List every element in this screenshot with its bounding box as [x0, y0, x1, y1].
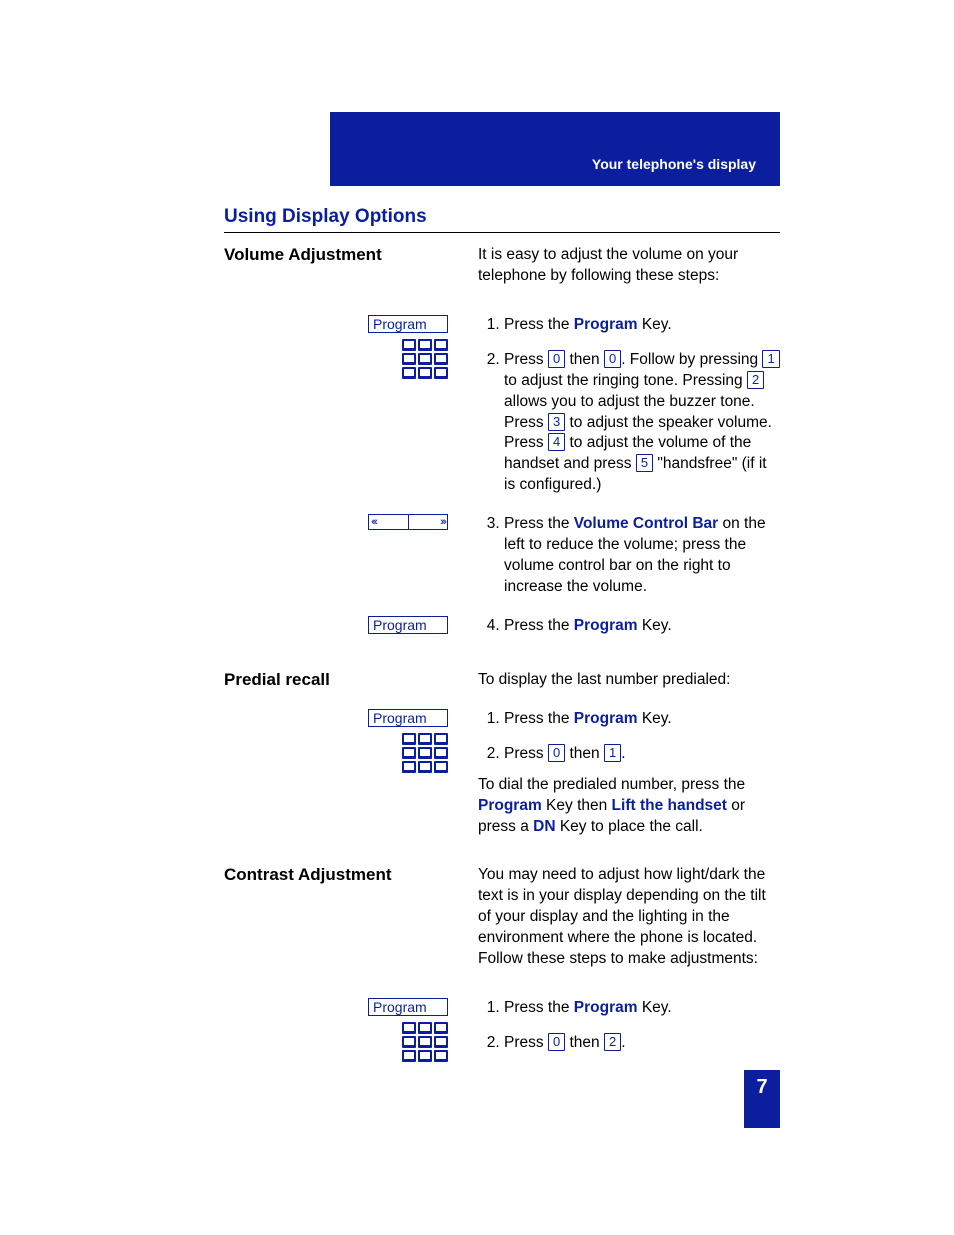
volume-up-icon: ›››: [409, 515, 448, 529]
keypad-icon: [402, 1022, 448, 1062]
key-1: 1: [762, 350, 779, 368]
key-0: 0: [604, 350, 621, 368]
predial-step-2: Press 0 then 1.: [504, 744, 780, 765]
key-3: 3: [548, 413, 565, 431]
program-key-ref: Program: [574, 710, 638, 727]
contrast-steps: Press the Program Key. Press 0 then 2.: [478, 998, 780, 1054]
program-key-label: Program: [368, 315, 448, 333]
predial-recall-heading: Predial recall: [224, 670, 330, 690]
key-5: 5: [636, 454, 653, 472]
keypad-icon: [402, 733, 448, 773]
lift-handset-ref: Lift the handset: [612, 797, 727, 814]
predial-steps: Press the Program Key. Press 0 then 1.: [478, 709, 780, 765]
predial-step-1: Press the Program Key.: [504, 709, 780, 730]
volume-steps-1-2: Press the Program Key. Press 0 then 0. F…: [478, 315, 780, 496]
contrast-step-1: Press the Program Key.: [504, 998, 780, 1019]
header-band: Your telephone's display: [330, 112, 780, 186]
predial-after-text: To dial the predialed number, press the …: [478, 775, 780, 838]
predial-intro-text: To display the last number predialed:: [478, 670, 780, 691]
header-breadcrumb: Your telephone's display: [592, 156, 756, 172]
dn-key-ref: DN: [533, 818, 555, 835]
section-rule: [224, 232, 780, 233]
volume-control-bar-ref: Volume Control Bar: [574, 515, 718, 532]
volume-step-2: Press 0 then 0. Follow by pressing 1 to …: [504, 350, 780, 496]
volume-step-3: Press the Volume Control Bar on the left…: [504, 514, 780, 598]
program-key-ref: Program: [574, 617, 638, 634]
key-0: 0: [548, 350, 565, 368]
key-0: 0: [548, 1033, 565, 1051]
keypad-icon: [402, 339, 448, 379]
volume-intro-text: It is easy to adjust the volume on your …: [478, 245, 780, 287]
key-2: 2: [747, 371, 764, 389]
key-2: 2: [604, 1033, 621, 1051]
program-key-ref: Program: [574, 316, 638, 333]
volume-step-3-list: Press the Volume Control Bar on the left…: [478, 514, 780, 598]
content-area: Using Display Options Volume Adjustment …: [224, 206, 780, 1080]
volume-adjustment-heading: Volume Adjustment: [224, 245, 382, 265]
key-4: 4: [548, 433, 565, 451]
volume-step-1: Press the Program Key.: [504, 315, 780, 336]
volume-down-icon: ‹‹‹: [369, 515, 409, 529]
contrast-intro-text: You may need to adjust how light/dark th…: [478, 865, 780, 970]
program-key-label: Program: [368, 709, 448, 727]
key-0: 0: [548, 744, 565, 762]
volume-step-4-list: Press the Program Key.: [478, 616, 780, 637]
program-key-label: Program: [368, 998, 448, 1016]
program-key-label: Program: [368, 616, 448, 634]
program-key-ref: Program: [478, 797, 542, 814]
volume-bar-icon: ‹‹‹ ›››: [368, 514, 448, 530]
page: Your telephone's display Using Display O…: [0, 0, 954, 1235]
contrast-adjustment-heading: Contrast Adjustment: [224, 865, 392, 885]
contrast-step-2: Press 0 then 2.: [504, 1033, 780, 1054]
volume-step-4: Press the Program Key.: [504, 616, 780, 637]
page-number: 7: [744, 1070, 780, 1128]
key-1: 1: [604, 744, 621, 762]
program-key-ref: Program: [574, 999, 638, 1016]
section-title: Using Display Options: [224, 206, 780, 228]
